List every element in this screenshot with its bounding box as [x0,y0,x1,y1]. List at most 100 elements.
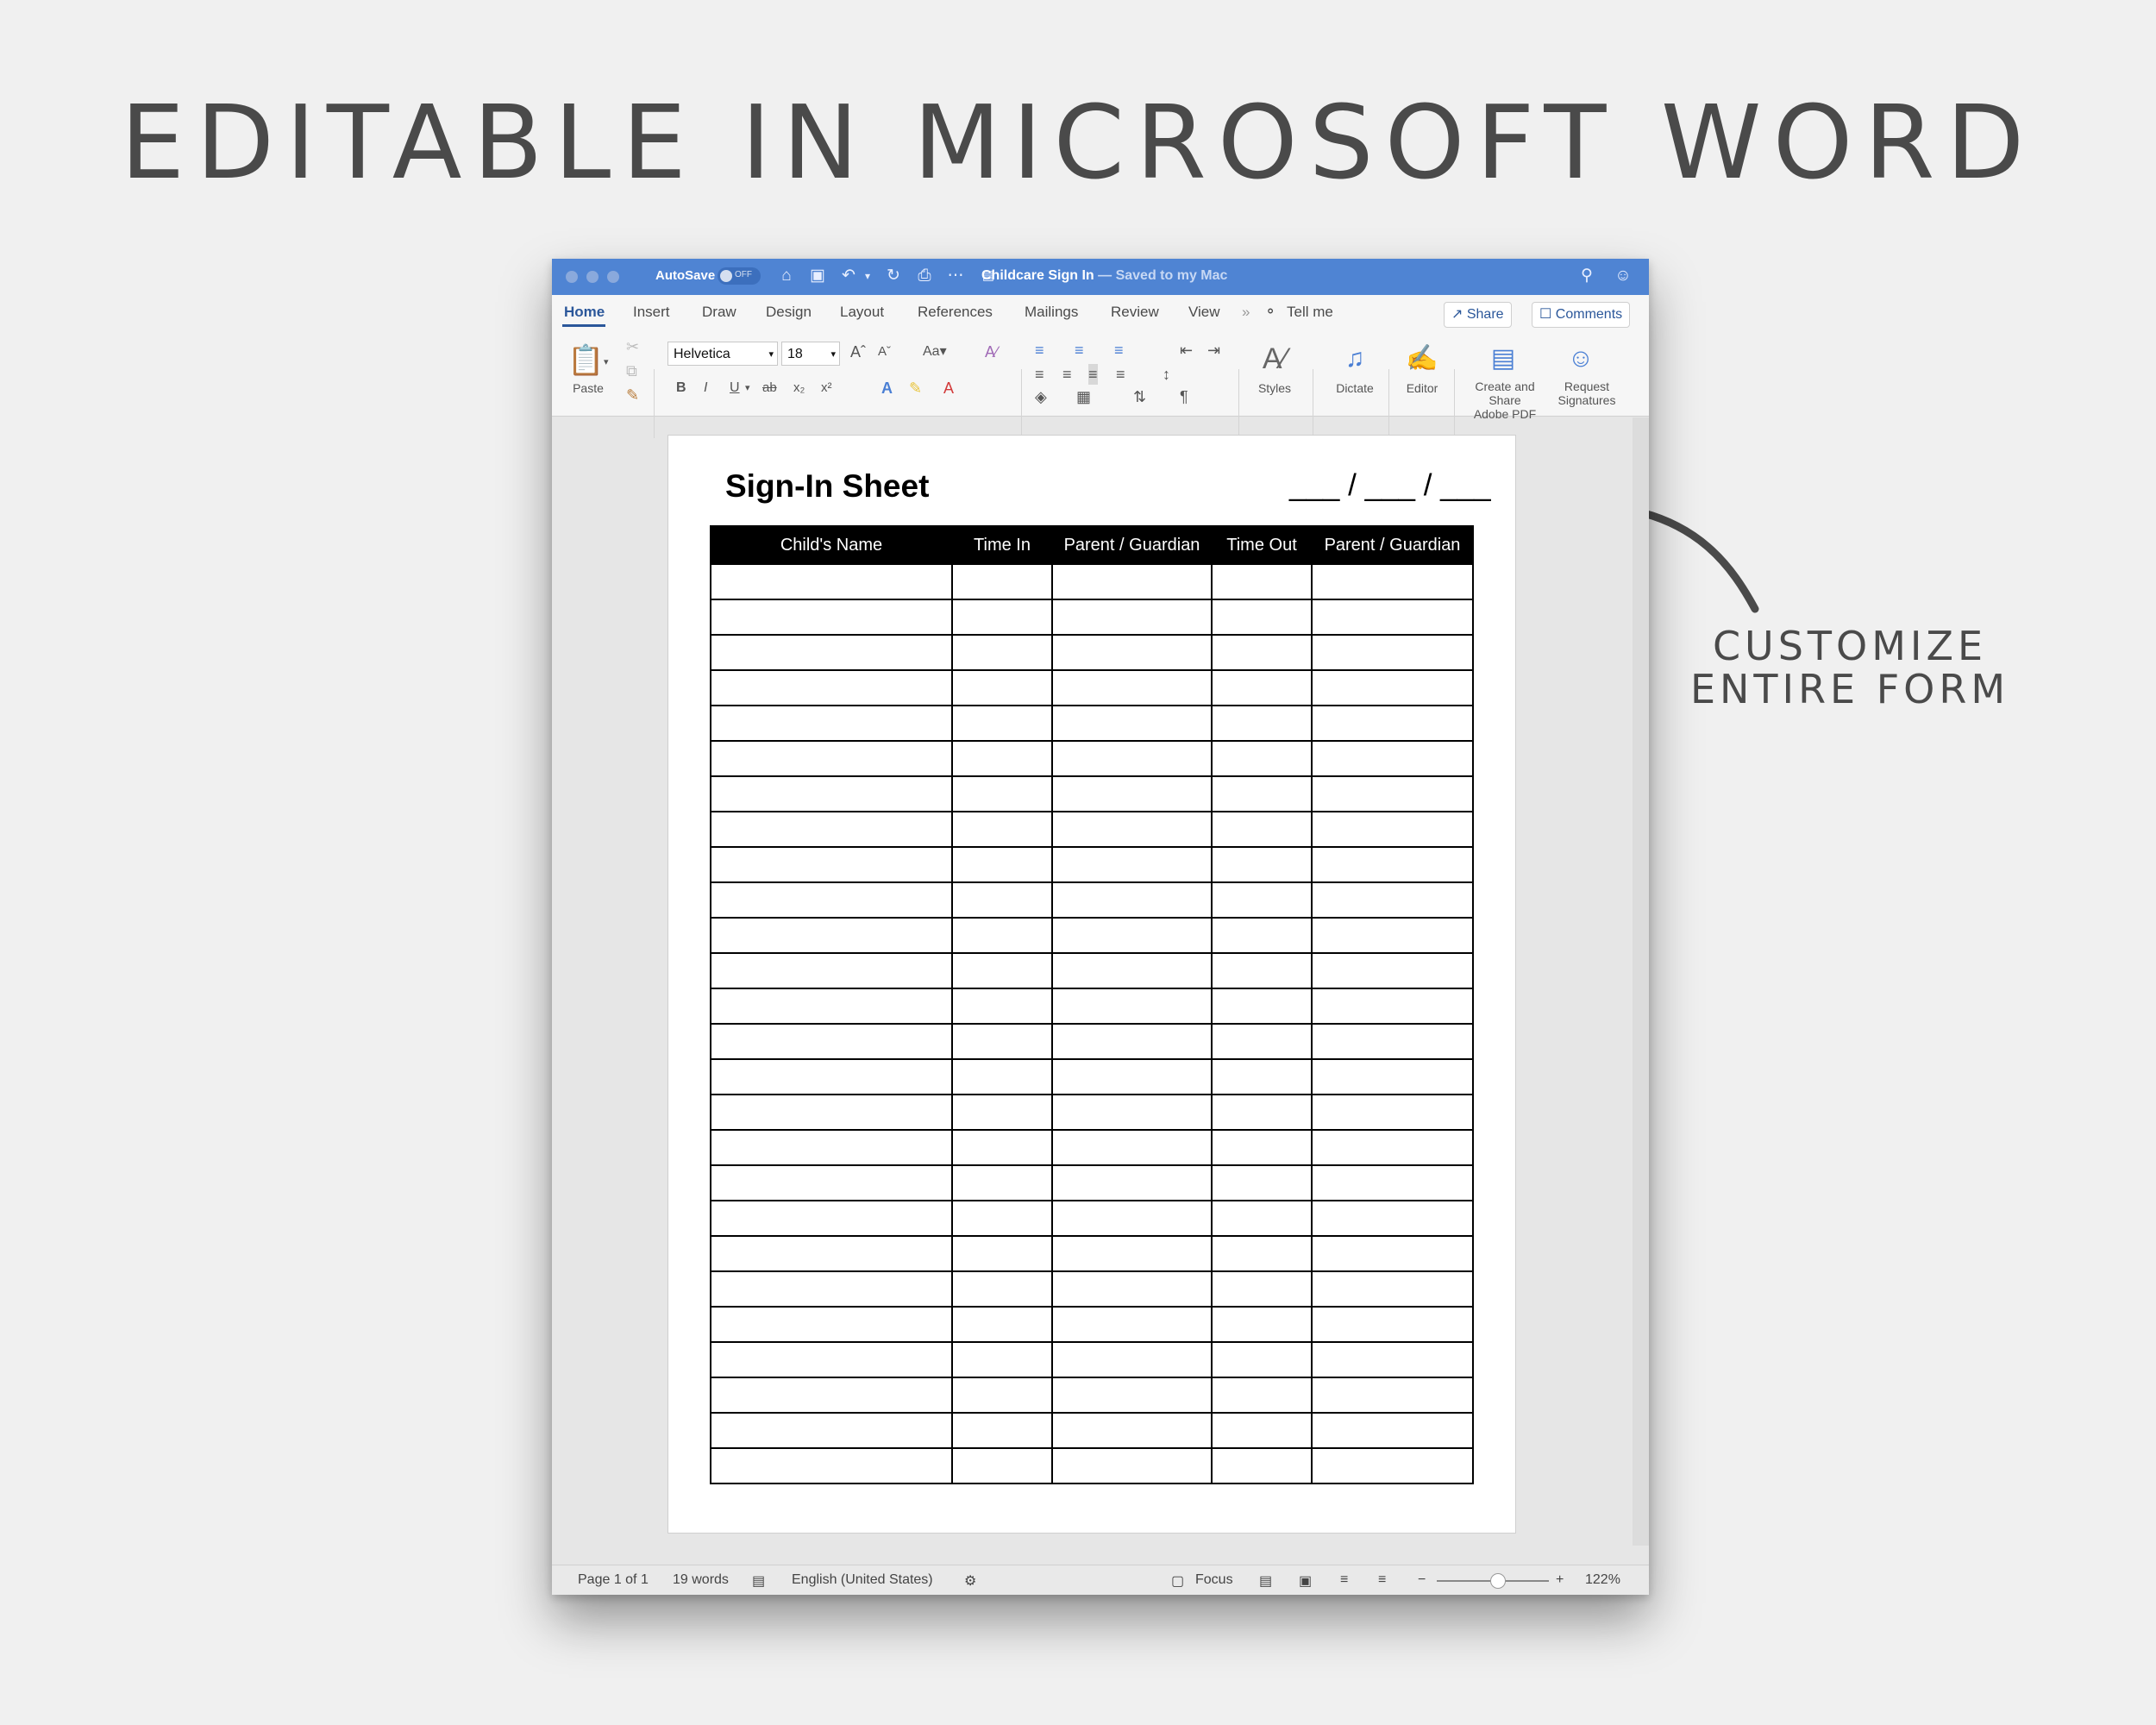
table-cell[interactable] [1051,1129,1213,1166]
table-cell[interactable] [1211,1129,1313,1166]
print-icon[interactable]: ⎙ [914,266,935,286]
proofing-icon[interactable]: ▤ [752,1572,765,1590]
cut-icon[interactable]: ✂ [626,336,639,357]
bullets-icon[interactable]: ≡ [1035,340,1044,361]
underline-dropdown-icon[interactable]: ▾ [745,378,750,398]
highlight-icon[interactable]: ✎ [909,378,922,398]
table-cell[interactable] [951,669,1053,706]
redo-icon[interactable]: ↻ [883,266,904,286]
table-cell[interactable] [710,917,953,954]
increase-indent-icon[interactable]: ⇥ [1207,340,1220,361]
table-cell[interactable] [1051,1270,1213,1308]
table-cell[interactable] [1051,881,1213,919]
table-cell[interactable] [710,1200,953,1237]
editor-icon[interactable]: ✍ [1401,342,1444,376]
align-center-icon[interactable]: ≡ [1062,364,1072,385]
format-painter-icon[interactable]: ✎ [626,385,639,405]
table-cell[interactable] [951,1447,1053,1484]
italic-button[interactable]: I [704,378,707,398]
paste-icon[interactable]: 📋 [567,342,604,380]
table-cell[interactable] [1211,917,1313,954]
tab-review[interactable]: Review [1111,304,1159,321]
table-cell[interactable] [1311,1235,1474,1272]
table-cell[interactable] [951,1306,1053,1343]
table-cell[interactable] [710,1235,953,1272]
table-cell[interactable] [1211,988,1313,1025]
table-cell[interactable] [710,952,953,989]
dictate-label[interactable]: Dictate [1326,381,1383,395]
home-icon[interactable]: ⌂ [776,266,797,286]
table-cell[interactable] [1311,705,1474,742]
table-cell[interactable] [1311,740,1474,777]
line-spacing-icon[interactable]: ↕ [1163,364,1170,385]
table-cell[interactable] [1051,1164,1213,1201]
table-cell[interactable] [1311,1023,1474,1060]
table-cell[interactable] [1051,1377,1213,1414]
table-cell[interactable] [1311,988,1474,1025]
table-cell[interactable] [1051,952,1213,989]
table-cell[interactable] [951,1270,1053,1308]
table-cell[interactable] [951,705,1053,742]
table-cell[interactable] [951,846,1053,883]
table-cell[interactable] [1051,917,1213,954]
table-cell[interactable] [951,1377,1053,1414]
font-name-select[interactable]: Helvetica ▾ [667,342,778,366]
align-right-icon[interactable]: ≡ [1088,364,1098,385]
table-cell[interactable] [1051,563,1213,600]
table-cell[interactable] [1311,1306,1474,1343]
table-cell[interactable] [1211,811,1313,848]
table-cell[interactable] [1051,1447,1213,1484]
tab-design[interactable]: Design [766,304,812,321]
chevron-right-icon[interactable]: » [1242,304,1250,321]
column-header[interactable]: Time Out [1211,525,1313,565]
column-header[interactable]: Child's Name [710,525,953,565]
table-cell[interactable] [1211,1377,1313,1414]
column-header[interactable]: Parent / Guardian [1051,525,1213,565]
strikethrough-button[interactable]: ab [762,378,777,398]
table-cell[interactable] [951,881,1053,919]
table-cell[interactable] [710,740,953,777]
table-cell[interactable] [1051,775,1213,812]
create-share-adobe-pdf-button[interactable]: Create and Share Adobe PDF [1459,380,1551,421]
shrink-font-icon[interactable]: Aˇ [878,342,891,362]
table-cell[interactable] [1051,846,1213,883]
table-cell[interactable] [710,1341,953,1378]
tell-me-field[interactable]: Tell me [1287,304,1333,321]
sign-in-table[interactable]: Child's Name Time In Parent / Guardian T… [710,525,1474,1484]
table-cell[interactable] [1311,1270,1474,1308]
zoom-level[interactable]: 122% [1585,1572,1620,1588]
show-formatting-icon[interactable]: ¶ [1180,386,1188,407]
table-cell[interactable] [1051,669,1213,706]
table-cell[interactable] [710,811,953,848]
styles-label[interactable]: Styles [1247,381,1302,395]
table-cell[interactable] [710,1164,953,1201]
table-cell[interactable] [1211,599,1313,636]
table-cell[interactable] [1211,1306,1313,1343]
table-cell[interactable] [1311,1412,1474,1449]
table-cell[interactable] [710,1094,953,1131]
sheet-title[interactable]: Sign-In Sheet [725,468,929,505]
outline-icon[interactable]: ≡ [1340,1572,1348,1588]
table-cell[interactable] [1311,775,1474,812]
document-page[interactable]: Sign-In Sheet ___ / ___ / ___ Child's Na… [667,435,1516,1534]
table-cell[interactable] [951,1129,1053,1166]
table-cell[interactable] [1311,952,1474,989]
table-cell[interactable] [710,988,953,1025]
accessibility-icon[interactable]: ⚙ [964,1572,976,1590]
borders-icon[interactable]: ▦ [1076,386,1091,407]
undo-icon[interactable]: ↶ [838,266,859,286]
numbering-icon[interactable]: ≡ [1075,340,1084,361]
table-cell[interactable] [1311,1094,1474,1131]
tab-home[interactable]: Home [564,304,605,321]
table-cell[interactable] [710,846,953,883]
zoom-in-icon[interactable]: + [1556,1572,1564,1588]
table-cell[interactable] [1211,1412,1313,1449]
table-cell[interactable] [710,1058,953,1095]
shading-icon[interactable]: ◈ [1035,386,1047,407]
table-cell[interactable] [1051,740,1213,777]
table-cell[interactable] [1211,1270,1313,1308]
share-button[interactable]: ↗ Share [1444,302,1512,328]
table-cell[interactable] [1051,1023,1213,1060]
table-cell[interactable] [1211,1023,1313,1060]
table-cell[interactable] [951,952,1053,989]
